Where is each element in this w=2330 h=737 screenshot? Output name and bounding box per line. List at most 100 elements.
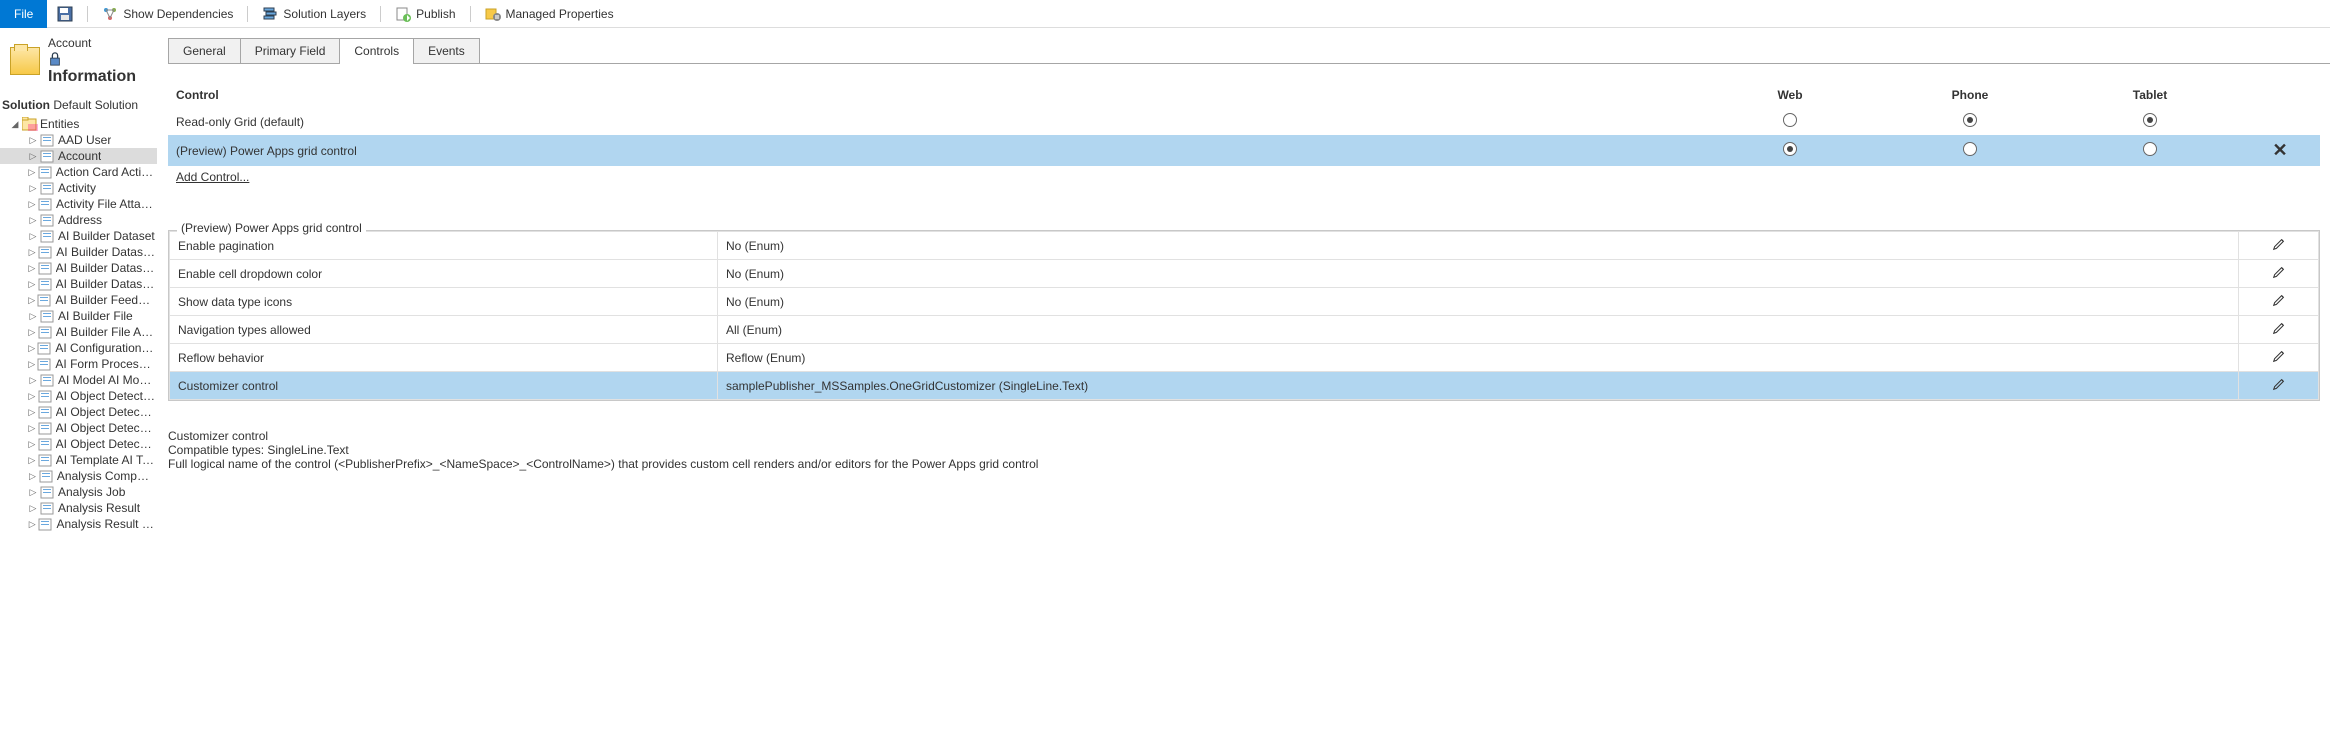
property-row[interactable]: Enable paginationNo (Enum)	[170, 232, 2319, 260]
solution-layers-button[interactable]: Solution Layers	[252, 0, 376, 28]
edit-icon[interactable]	[2272, 321, 2286, 335]
expand-icon[interactable]: ▷	[28, 295, 35, 305]
radio-web[interactable]	[1700, 108, 1880, 135]
toolbar: File Show Dependencies Solution Layers P…	[0, 0, 2330, 28]
property-row[interactable]: Customizer controlsamplePublisher_MSSamp…	[170, 372, 2319, 400]
expand-icon[interactable]: ▷	[28, 407, 36, 417]
managed-properties-button[interactable]: Managed Properties	[475, 0, 624, 28]
tree-node[interactable]: ▷AI Model AI Model	[0, 372, 157, 388]
property-label: Show data type icons	[170, 288, 718, 316]
expand-icon[interactable]: ▷	[28, 471, 37, 481]
save-button[interactable]	[47, 0, 83, 28]
tree-node[interactable]: ▷AI Builder Dataset Rec...	[0, 260, 157, 276]
expand-icon[interactable]: ▷	[28, 519, 36, 529]
tree-node[interactable]: ▷AI Builder Datasets Co...	[0, 276, 157, 292]
tree-node[interactable]: ▷AI Object Detection Bo...	[0, 388, 157, 404]
radio-tablet[interactable]	[2060, 108, 2240, 135]
expand-icon[interactable]: ▷	[28, 135, 38, 145]
show-dependencies-button[interactable]: Show Dependencies	[92, 0, 243, 28]
edit-icon[interactable]	[2272, 293, 2286, 307]
control-row[interactable]: (Preview) Power Apps grid control✕	[168, 135, 2320, 166]
expand-icon[interactable]: ▷	[28, 263, 36, 273]
tab-controls[interactable]: Controls	[339, 38, 414, 63]
control-row[interactable]: Read-only Grid (default)	[168, 108, 2320, 135]
tree-node[interactable]: ▷AAD User	[0, 132, 157, 148]
expand-icon[interactable]: ▷	[28, 439, 36, 449]
publish-button[interactable]: Publish	[385, 0, 465, 28]
tree-node[interactable]: ▷Activity	[0, 180, 157, 196]
radio-phone[interactable]	[1880, 108, 2060, 135]
file-menu[interactable]: File	[0, 0, 47, 28]
expand-icon[interactable]: ▷	[28, 199, 36, 209]
tree-root-entities[interactable]: ◢ Entities	[0, 116, 157, 132]
expand-icon[interactable]: ▷	[28, 423, 36, 433]
tree-node[interactable]: ▷AI Builder Dataset File	[0, 244, 157, 260]
delete-icon[interactable]: ✕	[2272, 140, 2287, 160]
layers-icon	[262, 6, 278, 22]
expand-icon[interactable]: ▷	[28, 279, 36, 289]
expand-icon[interactable]: ▷	[28, 183, 38, 193]
tree-node[interactable]: ▷Analysis Result Detail	[0, 516, 157, 532]
entity-icon	[38, 325, 54, 339]
expand-icon[interactable]: ▷	[28, 359, 35, 369]
tree-node[interactable]: ▷AI Configuration AI Con...	[0, 340, 157, 356]
radio-web[interactable]	[1700, 135, 1880, 166]
tree-node[interactable]: ▷AI Object Detection Im...	[0, 420, 157, 436]
tree-node[interactable]: ▷Address	[0, 212, 157, 228]
property-row[interactable]: Show data type iconsNo (Enum)	[170, 288, 2319, 316]
tab-events[interactable]: Events	[413, 38, 480, 63]
collapse-icon[interactable]: ◢	[10, 119, 20, 129]
property-row[interactable]: Enable cell dropdown colorNo (Enum)	[170, 260, 2319, 288]
expand-icon[interactable]: ▷	[28, 231, 38, 241]
tab-general[interactable]: General	[168, 38, 241, 63]
expand-icon[interactable]: ▷	[28, 343, 35, 353]
tree-node-label: AI Template AI Template	[56, 453, 155, 467]
dependencies-icon	[102, 6, 118, 22]
tree-node[interactable]: ▷AI Builder File Attache...	[0, 324, 157, 340]
controls-table: Control Web Phone Tablet Read-only Grid …	[168, 82, 2320, 166]
radio-tablet[interactable]	[2060, 135, 2240, 166]
expand-icon[interactable]: ▷	[28, 167, 36, 177]
tree-node[interactable]: ▷ AI Object Detection La...	[0, 436, 157, 452]
tree-node[interactable]: ▷AI Builder Feedback Lo...	[0, 292, 157, 308]
expand-icon[interactable]: ▷	[28, 247, 36, 257]
expand-icon[interactable]: ▷	[28, 327, 36, 337]
expand-icon[interactable]: ▷	[28, 215, 38, 225]
expand-icon[interactable]: ▷	[28, 311, 38, 321]
property-row[interactable]: Navigation types allowedAll (Enum)	[170, 316, 2319, 344]
tree-node[interactable]: ▷AI Builder Dataset	[0, 228, 157, 244]
tree-node[interactable]: ▷Account	[0, 148, 157, 164]
entity-icon	[40, 501, 56, 515]
expand-icon[interactable]: ▷	[28, 503, 38, 513]
tree-node[interactable]: ▷ AI Template AI Template	[0, 452, 157, 468]
entity-icon	[40, 213, 56, 227]
entity-icon	[38, 277, 54, 291]
tree-node[interactable]: ▷Activity File Attachment	[0, 196, 157, 212]
control-properties: (Preview) Power Apps grid control Enable…	[168, 230, 2320, 401]
help-desc: Full logical name of the control (<Publi…	[168, 457, 2320, 471]
entity-icon	[40, 181, 56, 195]
property-row[interactable]: Reflow behaviorReflow (Enum)	[170, 344, 2319, 372]
tab-primary-field[interactable]: Primary Field	[240, 38, 341, 63]
radio-phone[interactable]	[1880, 135, 2060, 166]
tree-node[interactable]: ▷AI Builder File	[0, 308, 157, 324]
entity-icon	[40, 485, 56, 499]
tree-node[interactable]: ▷Analysis Job	[0, 484, 157, 500]
tree-node[interactable]: ▷AI Object Detection Im...	[0, 404, 157, 420]
expand-icon[interactable]: ▷	[28, 391, 36, 401]
tree-node[interactable]: ▷Analysis Result	[0, 500, 157, 516]
tree-node[interactable]: ▷Analysis Component	[0, 468, 157, 484]
tree-node[interactable]: ▷Action Card Action Card	[0, 164, 157, 180]
add-control-link[interactable]: Add Control...	[176, 170, 249, 184]
expand-icon[interactable]: ▷	[28, 487, 38, 497]
edit-icon[interactable]	[2272, 377, 2286, 391]
edit-icon[interactable]	[2272, 349, 2286, 363]
tree-node-label: AI Object Detection La...	[56, 437, 155, 451]
edit-icon[interactable]	[2272, 237, 2286, 251]
expand-icon[interactable]: ▷	[28, 455, 36, 465]
expand-icon[interactable]: ▷	[28, 151, 38, 161]
expand-icon[interactable]: ▷	[28, 375, 38, 385]
edit-icon[interactable]	[2272, 265, 2286, 279]
entity-name: Account	[48, 36, 147, 50]
tree-node[interactable]: ▷AI Form Processing Do...	[0, 356, 157, 372]
